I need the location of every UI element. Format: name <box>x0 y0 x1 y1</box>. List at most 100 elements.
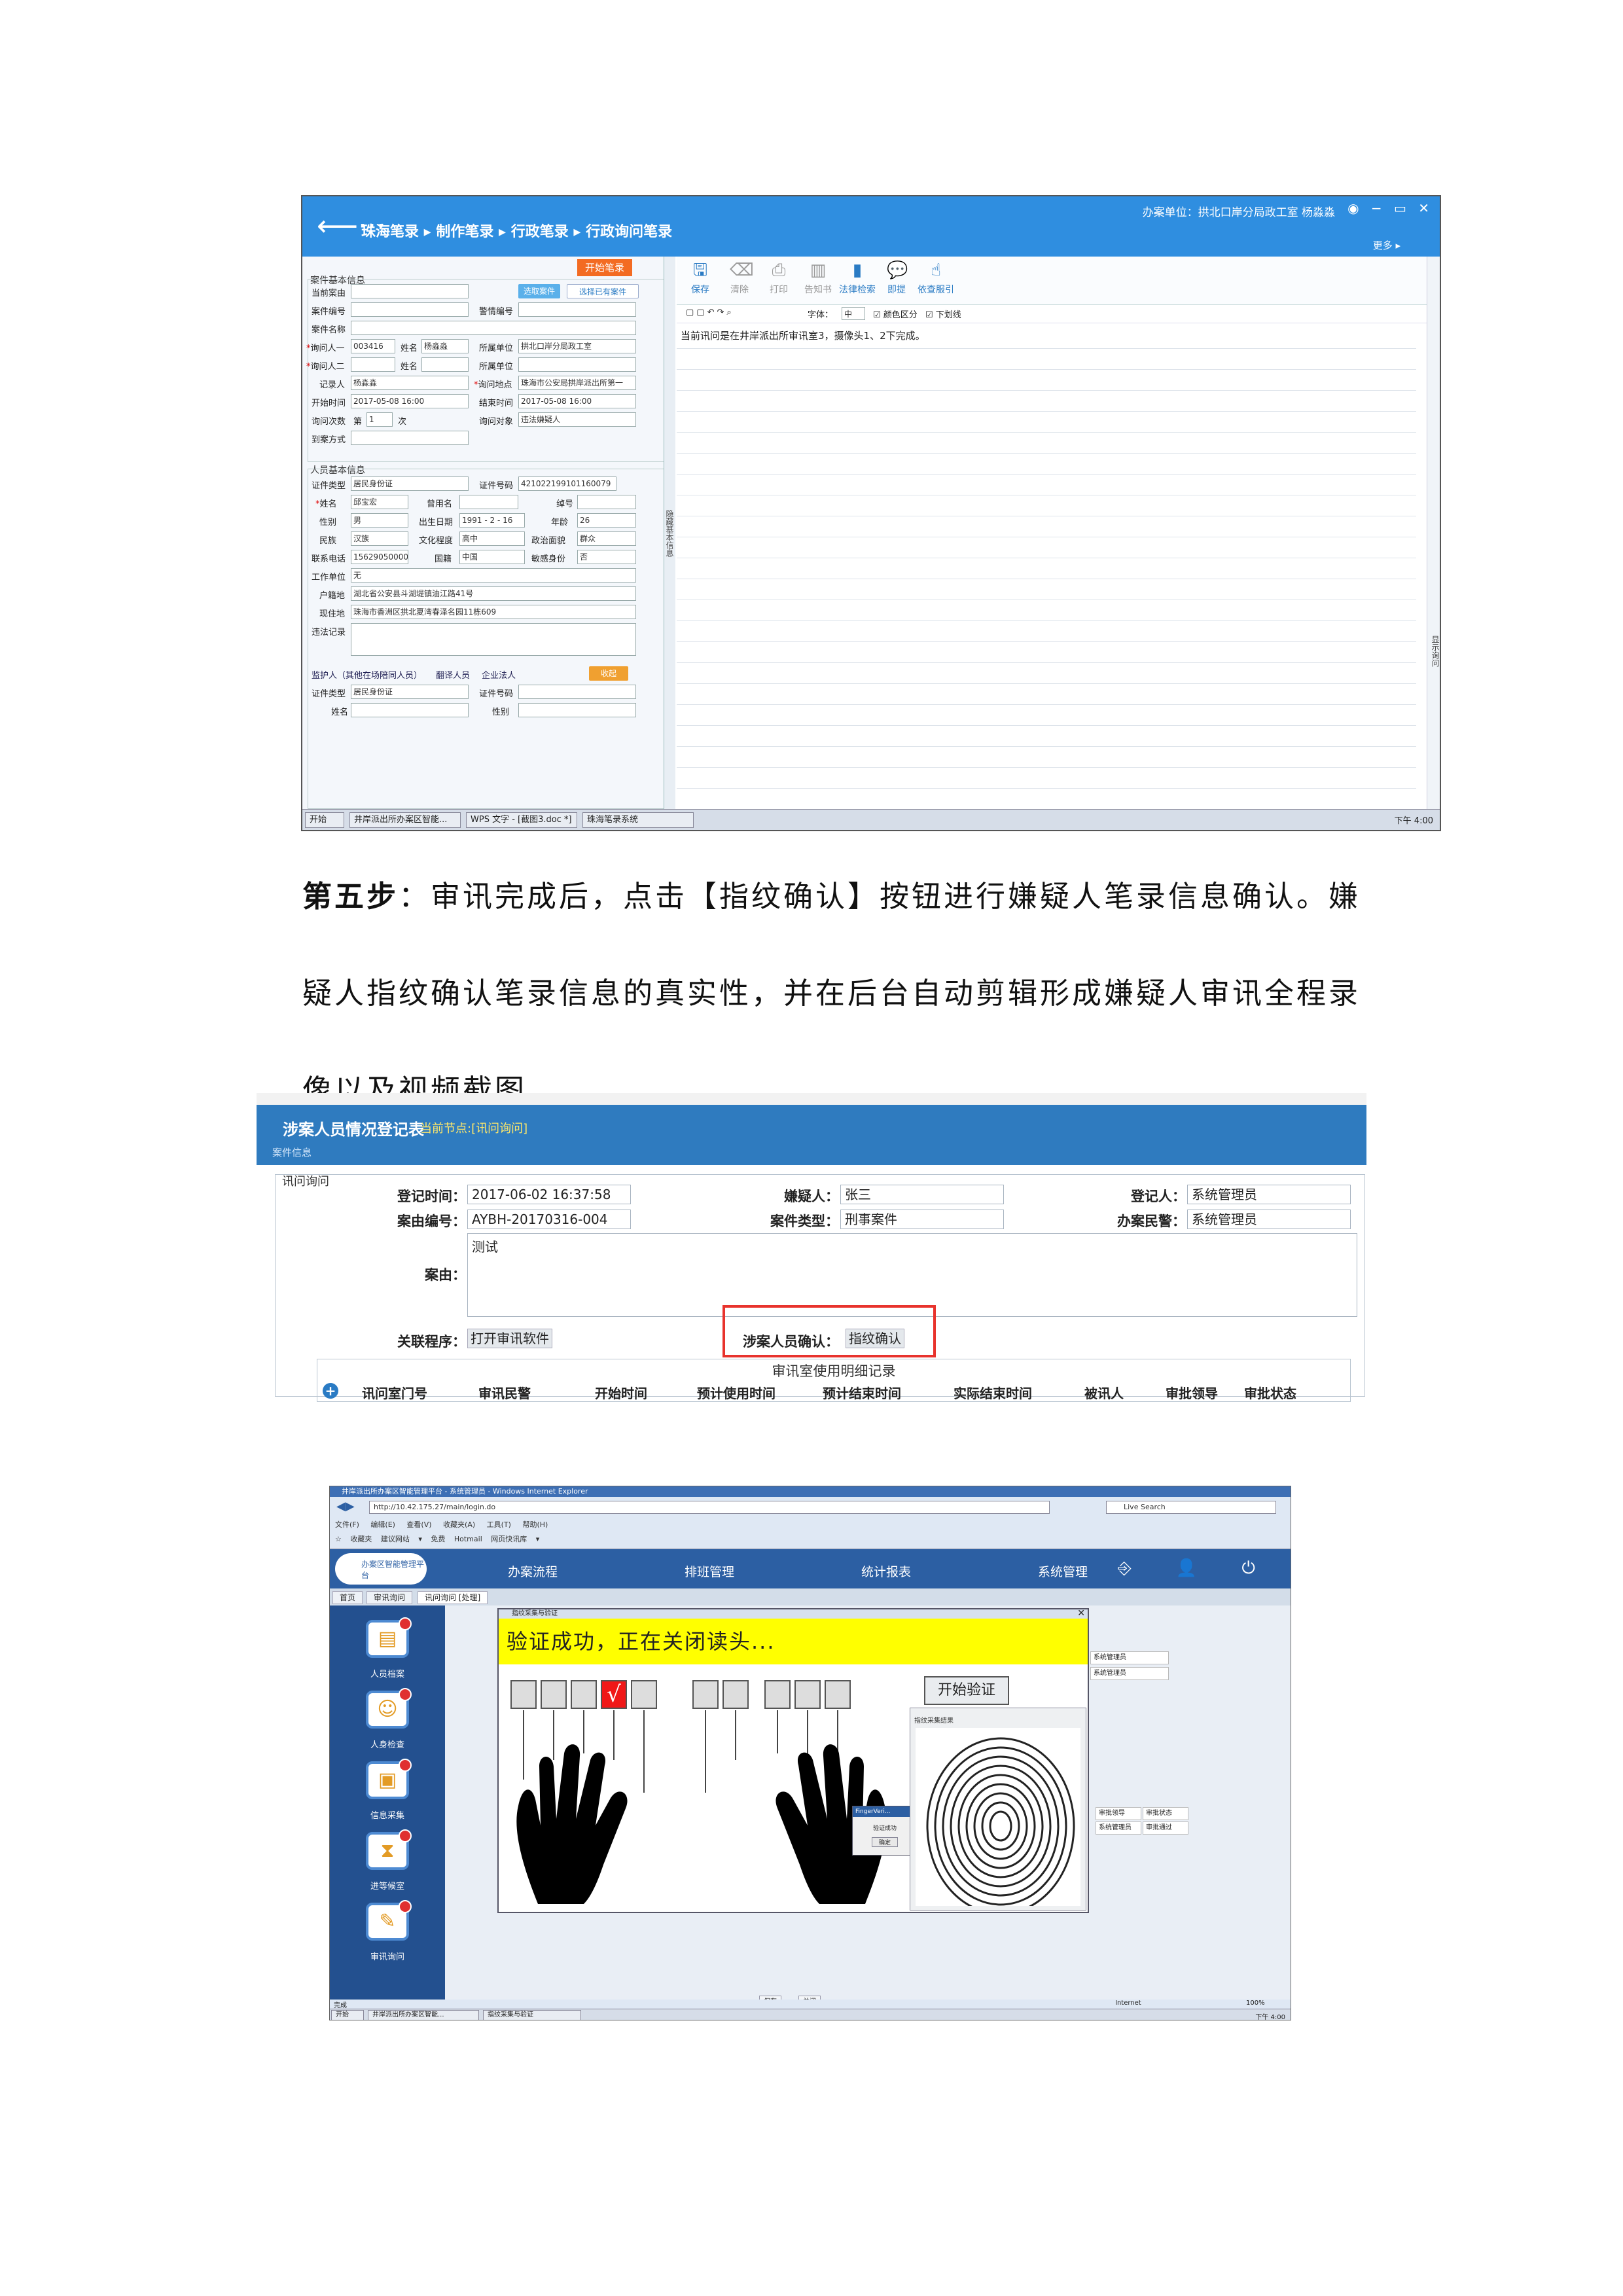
finger-slot[interactable] <box>764 1680 791 1709</box>
case-name-field[interactable] <box>351 321 636 335</box>
popup-ok-button[interactable]: 确定 <box>872 1837 898 1847</box>
finger-slot[interactable] <box>722 1680 749 1709</box>
guide-button[interactable]: ☝ 依查服引 <box>916 260 955 296</box>
guardian-id-type-select[interactable]: 居民身份证 <box>351 685 469 699</box>
task-wps[interactable]: WPS 文字 - [截图3.doc *] <box>466 812 577 828</box>
case-type-field[interactable]: 刑事案件 <box>840 1210 1004 1229</box>
id-no-field[interactable]: 421022199101160079 <box>518 476 616 491</box>
asker1-id-field[interactable]: 003416 <box>351 339 395 353</box>
hide-info-handle[interactable]: 隐藏基本信息 <box>664 257 675 810</box>
finger-slot[interactable] <box>631 1680 657 1709</box>
start-button[interactable]: 开始 <box>305 812 344 828</box>
finger-slot[interactable] <box>825 1680 851 1709</box>
start-time-field[interactable]: 2017-05-08 16:00 <box>351 394 469 408</box>
case-info-tab[interactable]: 案件信息 <box>272 1145 312 1159</box>
save-button[interactable]: 🖫 保存 <box>681 260 720 296</box>
task-browser[interactable]: 井岸派出所办案区智能... <box>349 812 461 828</box>
officer-field[interactable]: 系统管理员 <box>1187 1210 1351 1229</box>
person-name-field[interactable]: 邱宝宏 <box>351 495 408 509</box>
start-verify-button[interactable]: 开始验证 <box>924 1676 1009 1705</box>
start-record-button[interactable]: 开始笔录 <box>577 259 632 276</box>
object-select[interactable]: 违法嫌疑人 <box>518 412 636 427</box>
search-input[interactable]: Live Search <box>1106 1501 1276 1514</box>
alarm-no-field[interactable] <box>518 302 636 317</box>
add-icon[interactable]: + <box>323 1383 338 1399</box>
address-bar[interactable]: http://10.42.175.27/main/login.do <box>369 1501 1050 1514</box>
guardian-id-no-field[interactable] <box>518 685 636 699</box>
current-case-select[interactable] <box>351 284 469 298</box>
phone-field[interactable]: 15629050000 <box>351 550 408 564</box>
user-power-icon[interactable]: ⎆ 👤 ⏻ <box>1118 1558 1275 1579</box>
task-notes[interactable]: 珠海笔录系统 <box>582 812 694 828</box>
task-fingerprint[interactable]: 指纹采集与验证 <box>483 2010 581 2020</box>
nav-reports[interactable]: 统计报表 <box>861 1562 911 1580</box>
asker1-name-field[interactable]: 杨淼淼 <box>421 339 469 353</box>
more-menu[interactable]: 更多 ▸ <box>1373 238 1400 252</box>
close-icon[interactable]: ✕ <box>1077 1608 1085 1619</box>
guardian-name-field[interactable] <box>351 703 469 717</box>
birth-field[interactable]: 1991 - 2 - 16 <box>459 513 525 528</box>
back-forward-icon[interactable]: ◀▶ <box>336 1499 355 1513</box>
law-search-button[interactable]: ▮ 法律检索 <box>838 260 877 296</box>
politics-select[interactable]: 群众 <box>577 531 636 546</box>
notice-button[interactable]: ▥ 告知书 <box>798 260 838 296</box>
print-button[interactable]: ⎙ 打印 <box>759 260 798 296</box>
finger-slot-selected[interactable]: √ <box>601 1680 627 1709</box>
window-controls-icon[interactable]: ◉ − ▭ ✕ <box>1347 200 1433 216</box>
translator-tab[interactable]: 翻译人员 <box>436 668 470 681</box>
registrar-field[interactable]: 系统管理员 <box>1187 1185 1351 1204</box>
color-checkbox[interactable]: ☑ 颜色区分 <box>873 308 918 320</box>
age-field[interactable]: 26 <box>577 513 636 528</box>
zoom-level[interactable]: 100% <box>1246 2000 1265 2007</box>
underline-checkbox[interactable]: ☑ 下划线 <box>925 308 961 320</box>
collect-button[interactable]: 收起 <box>589 666 628 681</box>
legal-person-tab[interactable]: 企业法人 <box>482 668 516 681</box>
edu-select[interactable]: 高中 <box>459 531 525 546</box>
recorder-field[interactable]: 杨淼淼 <box>351 376 469 390</box>
tab-current[interactable]: 讯问询问 [处理] <box>418 1591 488 1604</box>
count-field[interactable]: 1 <box>366 412 393 427</box>
asker2-unit-field[interactable] <box>518 357 636 372</box>
guardian-gender-select[interactable] <box>518 703 636 717</box>
work-field[interactable]: 无 <box>351 568 636 583</box>
alias-field[interactable] <box>459 495 518 509</box>
asker2-id-field[interactable] <box>351 357 395 372</box>
finger-slot[interactable] <box>510 1680 537 1709</box>
sidebar-item-interrogation[interactable]: ✎ 审讯询问 <box>330 1900 445 1962</box>
finger-slot[interactable] <box>571 1680 597 1709</box>
asker1-unit-field[interactable]: 拱北口岸分局政工室 <box>518 339 636 353</box>
reg-time-field[interactable]: 2017-06-02 16:37:58 <box>467 1185 631 1204</box>
tab-home[interactable]: 首页 <box>332 1591 363 1604</box>
suspect-field[interactable]: 张三 <box>840 1185 1004 1204</box>
task-browser[interactable]: 井岸派出所办案区智能... <box>368 2010 479 2020</box>
end-time-field[interactable]: 2017-05-08 16:00 <box>518 394 636 408</box>
record-field[interactable] <box>351 623 636 656</box>
notify-select[interactable] <box>351 431 469 445</box>
start-button[interactable]: 开始 <box>331 2010 364 2020</box>
nation-select[interactable]: 汉族 <box>351 531 408 546</box>
country-select[interactable]: 中国 <box>459 550 525 564</box>
open-interrogation-software-button[interactable]: 打开审讯软件 <box>467 1329 552 1348</box>
font-select[interactable]: 中 <box>842 307 865 320</box>
select-case-button[interactable]: 选取案件 <box>518 284 560 298</box>
household-field[interactable]: 湖北省公安县斗湖堤镇油江路41号 <box>351 586 636 601</box>
undo-redo-icon[interactable]: ▢▢↶↷⌕ <box>686 308 734 317</box>
show-question-handle[interactable]: 显示询问 <box>1427 257 1440 810</box>
case-no-field[interactable] <box>351 302 469 317</box>
finger-slot[interactable] <box>541 1680 567 1709</box>
place-field[interactable]: 珠海市公安局拱岸派出所第一 <box>518 376 636 390</box>
sidebar-item-body-check[interactable]: ☺ 人身检查 <box>330 1688 445 1750</box>
sensitive-select[interactable]: 否 <box>577 550 636 564</box>
case-no-field[interactable]: AYBH-20170316-004 <box>467 1210 631 1229</box>
current-field[interactable]: 珠海市香洲区拱北夏湾春泽名园11栋609 <box>351 605 636 619</box>
sidebar-item-info-collect[interactable]: ▣ 信息采集 <box>330 1759 445 1821</box>
sidebar-item-archive[interactable]: ▤ 人员档案 <box>330 1617 445 1679</box>
sidebar-item-waiting-room[interactable]: ⧗ 进等候室 <box>330 1829 445 1892</box>
gender-select[interactable]: 男 <box>351 513 408 528</box>
nav-schedule[interactable]: 排班管理 <box>685 1562 734 1580</box>
finger-slot[interactable] <box>692 1680 719 1709</box>
nav-case-flow[interactable]: 办案流程 <box>508 1562 558 1580</box>
clear-button[interactable]: ⌫ 清除 <box>720 260 759 296</box>
reason-field[interactable]: 测试 <box>467 1233 1357 1317</box>
asker2-name-field[interactable] <box>421 357 469 372</box>
